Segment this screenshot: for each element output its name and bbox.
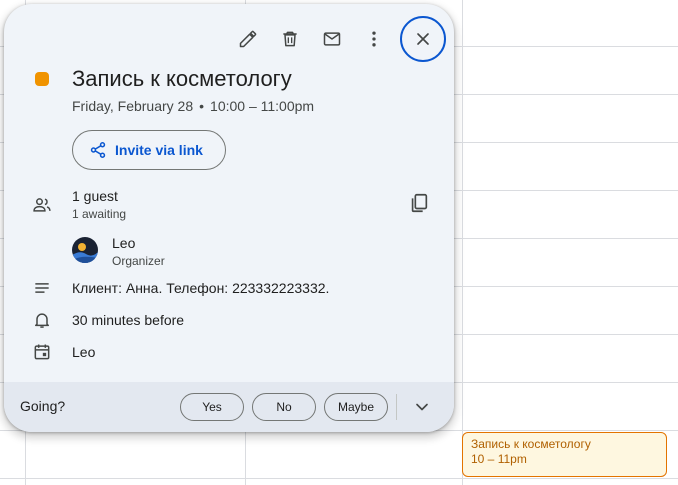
grid-line: [462, 0, 463, 485]
event-datetime: Friday, February 28 • 10:00 – 11:00pm: [72, 98, 314, 114]
edit-button[interactable]: [228, 19, 268, 59]
guest-status: 1 awaiting: [72, 207, 127, 221]
grid-line: [0, 478, 678, 479]
reminder-text: 30 minutes before: [72, 312, 185, 328]
calendar-event-time: 10 – 11pm: [471, 452, 527, 466]
share-icon: [90, 142, 106, 158]
invite-label: Invite via link: [115, 142, 203, 158]
event-color-swatch: [35, 72, 49, 86]
more-options-button[interactable]: [354, 19, 394, 59]
invite-via-link-button[interactable]: Invite via link: [72, 130, 226, 170]
event-title: Запись к косметологу: [72, 66, 292, 91]
rsvp-divider: [396, 394, 397, 420]
close-button[interactable]: [400, 16, 446, 62]
rsvp-prompt: Going?: [20, 398, 66, 414]
guest-name: Leo: [112, 235, 136, 251]
datetime-separator: •: [199, 98, 205, 114]
trash-icon: [283, 31, 297, 47]
event-description: Клиент: Анна. Телефон: 223332223332.: [72, 280, 330, 296]
copy-guests-button[interactable]: [408, 192, 432, 216]
close-icon: [417, 33, 429, 45]
calendar-event-chip[interactable]: Запись к косметологу 10 – 11pm: [462, 432, 667, 477]
more-vert-icon: [372, 31, 376, 47]
calendar-event-title: Запись к косметологу: [471, 437, 591, 451]
email-guests-button[interactable]: [312, 19, 352, 59]
notes-icon: [32, 278, 52, 298]
pencil-icon: [239, 30, 257, 48]
people-icon: [32, 195, 52, 215]
copy-icon: [411, 193, 428, 213]
guest-count: 1 guest: [72, 188, 118, 204]
delete-button[interactable]: [270, 19, 310, 59]
chevron-down-icon: [416, 403, 428, 411]
rsvp-no-button[interactable]: No: [252, 393, 316, 421]
calendar-icon: [32, 342, 52, 362]
event-time: 10:00 – 11:00pm: [210, 98, 315, 114]
bell-icon: [32, 310, 52, 330]
guest-role: Organizer: [112, 254, 165, 268]
calendar-owner: Leo: [72, 344, 96, 360]
event-date: Friday, February 28: [72, 98, 194, 114]
mail-icon: [323, 32, 341, 46]
rsvp-more-button[interactable]: [410, 395, 434, 419]
event-details-popup: Запись к косметологу Friday, February 28…: [4, 4, 454, 432]
organizer-avatar[interactable]: [72, 237, 98, 263]
rsvp-yes-button[interactable]: Yes: [180, 393, 244, 421]
rsvp-maybe-button[interactable]: Maybe: [324, 393, 388, 421]
popup-toolbar: [228, 16, 446, 62]
rsvp-bar: Going? Yes No Maybe: [4, 382, 454, 432]
